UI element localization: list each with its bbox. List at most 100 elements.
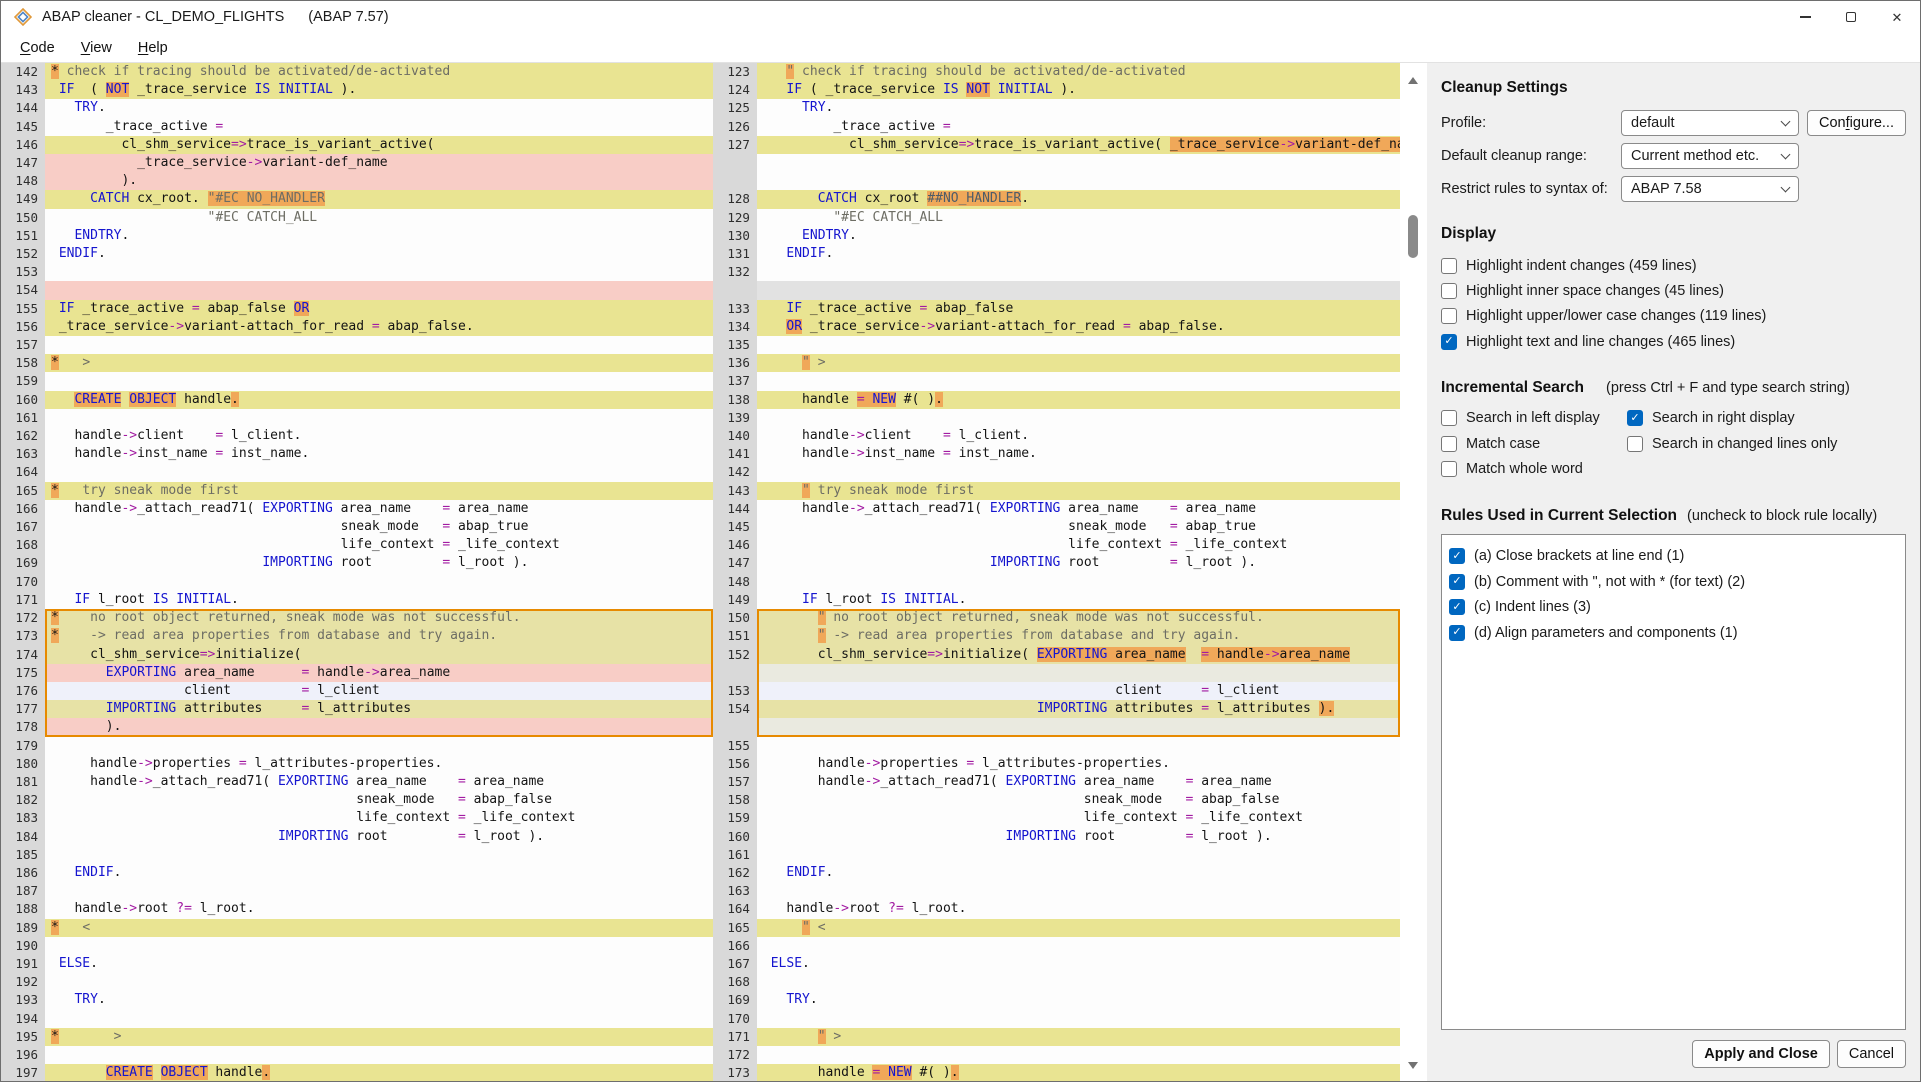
code-line[interactable]: 189* < xyxy=(1,919,713,937)
search-option-2[interactable]: Match case xyxy=(1441,431,1627,456)
code-line[interactable]: 146 cl_shm_service=>trace_is_variant_act… xyxy=(1,136,713,154)
code-line[interactable]: 155 IF _trace_active = abap_false OR xyxy=(1,300,713,318)
code-line[interactable]: 175 EXPORTING area_name = handle->area_n… xyxy=(1,664,713,682)
code-line[interactable]: 180 handle->properties = l_attributes-pr… xyxy=(1,755,713,773)
code-line[interactable]: 163 xyxy=(713,882,1400,900)
code-line[interactable]: 179 xyxy=(1,737,713,755)
scroll-up-icon[interactable] xyxy=(1408,77,1418,84)
code-line[interactable]: 161 xyxy=(713,846,1400,864)
code-line[interactable]: 136 " > xyxy=(713,354,1400,372)
code-line[interactable]: 157 xyxy=(1,336,713,354)
close-button[interactable]: ✕ xyxy=(1874,1,1920,33)
code-line[interactable]: 172* no root object returned, sneak mode… xyxy=(1,609,713,627)
code-line[interactable]: 143 IF ( NOT _trace_service IS INITIAL )… xyxy=(1,81,713,99)
code-line[interactable]: 169 TRY. xyxy=(713,991,1400,1009)
code-line[interactable]: 157 handle->_attach_read71( EXPORTING ar… xyxy=(713,773,1400,791)
code-line[interactable]: 186 ENDIF. xyxy=(1,864,713,882)
code-line[interactable]: 168 xyxy=(713,973,1400,991)
code-line[interactable]: 148 ). xyxy=(1,172,713,190)
code-line[interactable]: 176 client = l_client xyxy=(1,682,713,700)
code-line[interactable]: 170 xyxy=(1,573,713,591)
code-line[interactable]: 169 IMPORTING root = l_root ). xyxy=(1,554,713,572)
code-line[interactable]: 150 "#EC CATCH_ALL xyxy=(1,209,713,227)
code-line[interactable]: 170 xyxy=(713,1010,1400,1028)
menu-view[interactable]: View xyxy=(71,36,122,60)
code-line[interactable]: 183 life_context = _life_context xyxy=(1,809,713,827)
code-line[interactable]: 156 handle->properties = l_attributes-pr… xyxy=(713,755,1400,773)
code-line[interactable]: 158* > xyxy=(1,354,713,372)
code-line[interactable]: 152 ENDIF. xyxy=(1,245,713,263)
code-line[interactable]: 127 cl_shm_service=>trace_is_variant_act… xyxy=(713,136,1400,154)
menu-code[interactable]: Code xyxy=(10,36,65,60)
code-line[interactable]: 168 life_context = _life_context xyxy=(1,536,713,554)
search-option-1[interactable]: ✓Search in right display xyxy=(1627,406,1906,431)
code-line[interactable]: 171 IF l_root IS INITIAL. xyxy=(1,591,713,609)
syntax-restrict-select[interactable]: ABAP 7.58 xyxy=(1621,176,1799,202)
search-option-3[interactable]: Search in changed lines only xyxy=(1627,431,1906,456)
code-line[interactable] xyxy=(713,281,1400,299)
code-line[interactable]: 142* check if tracing should be activate… xyxy=(1,63,713,81)
code-line[interactable]: 125 TRY. xyxy=(713,99,1400,117)
vertical-scrollbar[interactable] xyxy=(1400,63,1427,1081)
apply-and-close-button[interactable]: Apply and Close xyxy=(1692,1040,1830,1068)
code-line[interactable]: 155 xyxy=(713,737,1400,755)
code-line[interactable]: 165 " < xyxy=(713,919,1400,937)
code-line[interactable]: 173 handle = NEW #( ). xyxy=(713,1064,1400,1081)
search-option-0[interactable]: Search in left display xyxy=(1441,406,1627,431)
code-line[interactable] xyxy=(713,154,1400,172)
code-line[interactable]: 149 IF l_root IS INITIAL. xyxy=(713,591,1400,609)
search-option-4[interactable]: Match whole word xyxy=(1441,456,1627,481)
code-line[interactable]: 135 xyxy=(713,336,1400,354)
code-line[interactable]: 152 cl_shm_service=>initialize( EXPORTIN… xyxy=(713,646,1400,664)
code-line[interactable]: 151 ENDTRY. xyxy=(1,227,713,245)
code-line[interactable]: 197 CREATE OBJECT handle. xyxy=(1,1064,713,1081)
rule-item-1[interactable]: ✓(b) Comment with ", not with * (for tex… xyxy=(1449,569,1898,594)
code-line[interactable]: 130 ENDTRY. xyxy=(713,227,1400,245)
maximize-button[interactable] xyxy=(1828,1,1874,33)
code-line[interactable]: 131 ENDIF. xyxy=(713,245,1400,263)
rules-list[interactable]: ✓(a) Close brackets at line end (1)✓(b) … xyxy=(1441,534,1906,1030)
code-line[interactable]: 154 IMPORTING attributes = l_attributes … xyxy=(713,700,1400,718)
code-line[interactable]: 167 sneak_mode = abap_true xyxy=(1,518,713,536)
code-line[interactable]: 190 xyxy=(1,937,713,955)
code-line[interactable]: 191 ELSE. xyxy=(1,955,713,973)
code-line[interactable]: 154 xyxy=(1,281,713,299)
code-line[interactable]: 139 xyxy=(713,409,1400,427)
code-line[interactable]: 144 TRY. xyxy=(1,99,713,117)
code-line[interactable] xyxy=(713,172,1400,190)
code-line[interactable]: 181 handle->_attach_read71( EXPORTING ar… xyxy=(1,773,713,791)
display-option-3[interactable]: ✓Highlight text and line changes (465 li… xyxy=(1441,329,1906,354)
code-line[interactable]: 153 xyxy=(1,263,713,281)
code-line[interactable]: 128 CATCH cx_root ##NO_HANDLER. xyxy=(713,190,1400,208)
code-line[interactable]: 159 xyxy=(1,372,713,390)
code-panel-left[interactable]: 142* check if tracing should be activate… xyxy=(1,63,713,1081)
display-option-2[interactable]: Highlight upper/lower case changes (119 … xyxy=(1441,304,1906,329)
code-line[interactable]: 173* -> read area properties from databa… xyxy=(1,627,713,645)
code-line[interactable]: 167 ELSE. xyxy=(713,955,1400,973)
code-line[interactable]: 188 handle->root ?= l_root. xyxy=(1,900,713,918)
code-line[interactable]: 162 handle->client = l_client. xyxy=(1,427,713,445)
code-line[interactable]: 146 life_context = _life_context xyxy=(713,536,1400,554)
code-line[interactable]: 145 _trace_active = xyxy=(1,118,713,136)
code-line[interactable]: 184 IMPORTING root = l_root ). xyxy=(1,828,713,846)
code-line[interactable] xyxy=(713,664,1400,682)
rule-item-2[interactable]: ✓(c) Indent lines (3) xyxy=(1449,595,1898,620)
code-line[interactable]: 178 ). xyxy=(1,718,713,736)
code-line[interactable]: 187 xyxy=(1,882,713,900)
rule-item-3[interactable]: ✓(d) Align parameters and components (1) xyxy=(1449,620,1898,645)
profile-select[interactable]: default xyxy=(1621,110,1799,136)
code-line[interactable]: 149 CATCH cx_root. "#EC NO_HANDLER xyxy=(1,190,713,208)
code-line[interactable] xyxy=(713,718,1400,736)
code-line[interactable]: 132 xyxy=(713,263,1400,281)
code-line[interactable]: 177 IMPORTING attributes = l_attributes xyxy=(1,700,713,718)
code-line[interactable]: 195* > xyxy=(1,1028,713,1046)
code-line[interactable]: 124 IF ( _trace_service IS NOT INITIAL )… xyxy=(713,81,1400,99)
display-option-1[interactable]: Highlight inner space changes (45 lines) xyxy=(1441,278,1906,303)
code-line[interactable]: 166 xyxy=(713,937,1400,955)
code-line[interactable]: 126 _trace_active = xyxy=(713,118,1400,136)
code-line[interactable]: 165* try sneak mode first xyxy=(1,482,713,500)
code-panel-right[interactable]: 123 " check if tracing should be activat… xyxy=(713,63,1400,1081)
code-line[interactable]: 151 " -> read area properties from datab… xyxy=(713,627,1400,645)
scrollbar-thumb[interactable] xyxy=(1408,215,1418,258)
code-line[interactable]: 153 client = l_client xyxy=(713,682,1400,700)
